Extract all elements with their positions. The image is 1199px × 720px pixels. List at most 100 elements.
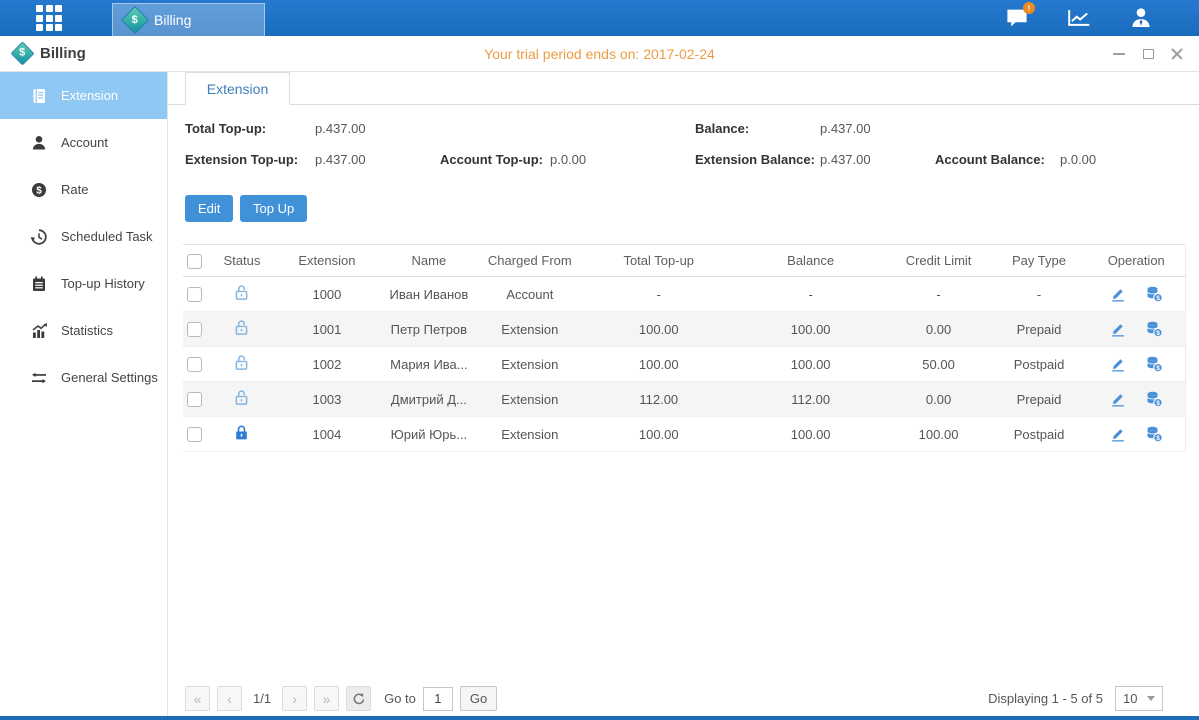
sidebar-item-label: Top-up History bbox=[61, 276, 145, 291]
user-account-button[interactable] bbox=[1129, 7, 1153, 29]
sidebar-item-label: General Settings bbox=[61, 370, 158, 385]
sidebar-item-scheduled-task[interactable]: Scheduled Task bbox=[0, 213, 167, 260]
sidebar-item-account[interactable]: Account bbox=[0, 119, 167, 166]
resource-monitor-button[interactable] bbox=[1067, 7, 1091, 29]
window-titlebar: $ Billing Your trial period ends on: 201… bbox=[0, 36, 1199, 72]
unlocked-icon bbox=[233, 284, 250, 301]
displaying-text: Displaying 1 - 5 of 5 bbox=[988, 691, 1103, 706]
top-up-icon[interactable]: $ bbox=[1145, 425, 1163, 443]
top-up-button[interactable]: Top Up bbox=[240, 195, 307, 222]
cell-extension: 1003 bbox=[273, 382, 381, 417]
col-header-credit-limit: Credit Limit bbox=[887, 245, 991, 277]
pagination-summary: Displaying 1 - 5 of 5 10 bbox=[988, 686, 1163, 711]
taskbar-tab-label: Billing bbox=[154, 12, 191, 28]
window-title: Billing bbox=[40, 45, 86, 62]
taskbar-tab-billing[interactable]: $ Billing bbox=[112, 3, 265, 36]
general-settings-icon bbox=[30, 369, 48, 387]
col-header-pay-type: Pay Type bbox=[991, 245, 1088, 277]
close-button[interactable] bbox=[1169, 46, 1185, 62]
select-all-checkbox[interactable] bbox=[187, 254, 202, 269]
account-topup-label: Account Top-up: bbox=[440, 152, 543, 167]
row-checkbox[interactable] bbox=[187, 357, 202, 372]
prev-page-button[interactable]: ‹ bbox=[217, 686, 242, 711]
sidebar-item-topup-history[interactable]: Top-up History bbox=[0, 260, 167, 307]
cell-charged-from: Extension bbox=[477, 312, 583, 347]
billing-app-window: $ Billing ! $ bbox=[0, 0, 1199, 720]
scheduled-task-icon bbox=[30, 228, 48, 246]
page-size-select[interactable]: 10 bbox=[1115, 686, 1163, 711]
col-header-name: Name bbox=[381, 245, 477, 277]
cell-balance: 100.00 bbox=[735, 312, 887, 347]
refresh-button[interactable] bbox=[346, 686, 371, 711]
cell-total-topup: 100.00 bbox=[583, 347, 735, 382]
extensions-table: Status Extension Name Charged From Total… bbox=[183, 244, 1186, 452]
table-row[interactable]: 1001 Петр Петров Extension 100.00 100.00… bbox=[183, 312, 1186, 347]
sidebar: Extension Account $ Rate bbox=[0, 72, 168, 720]
refresh-icon bbox=[352, 692, 366, 706]
svg-text:$: $ bbox=[1156, 400, 1160, 407]
cell-balance: - bbox=[735, 277, 887, 312]
extension-topup-value: p.437.00 bbox=[315, 152, 366, 167]
sidebar-item-general-settings[interactable]: General Settings bbox=[0, 354, 167, 401]
cell-charged-from: Extension bbox=[477, 347, 583, 382]
page-indicator: 1/1 bbox=[249, 691, 275, 706]
lock-status-icon bbox=[233, 319, 250, 336]
cell-name: Дмитрий Д... bbox=[381, 382, 477, 417]
next-page-button[interactable]: › bbox=[282, 686, 307, 711]
cell-pay-type: Postpaid bbox=[991, 347, 1088, 382]
sidebar-item-rate[interactable]: $ Rate bbox=[0, 166, 167, 213]
app-launcher-icon[interactable] bbox=[36, 5, 62, 31]
row-checkbox[interactable] bbox=[187, 287, 202, 302]
unlocked-icon bbox=[233, 389, 250, 406]
edit-icon[interactable] bbox=[1109, 390, 1127, 408]
chevron-down-icon bbox=[1147, 696, 1155, 701]
sidebar-item-statistics[interactable]: Statistics bbox=[0, 307, 167, 354]
window-controls bbox=[1111, 36, 1185, 71]
unlocked-icon bbox=[233, 319, 250, 336]
sidebar-item-label: Account bbox=[61, 135, 108, 150]
topup-history-icon bbox=[30, 275, 48, 293]
edit-icon[interactable] bbox=[1109, 355, 1127, 373]
edit-icon[interactable] bbox=[1109, 425, 1127, 443]
first-page-button[interactable]: « bbox=[185, 686, 210, 711]
top-up-icon[interactable]: $ bbox=[1145, 355, 1163, 373]
last-page-button[interactable]: » bbox=[314, 686, 339, 711]
cell-total-topup: 100.00 bbox=[583, 417, 735, 452]
lock-status-icon bbox=[233, 354, 250, 371]
table-row[interactable]: 1000 Иван Иванов Account - - - - $ bbox=[183, 277, 1186, 312]
top-up-icon[interactable]: $ bbox=[1145, 390, 1163, 408]
minimize-button[interactable] bbox=[1111, 46, 1127, 62]
sidebar-item-extension[interactable]: Extension bbox=[0, 72, 167, 119]
top-up-icon[interactable]: $ bbox=[1145, 320, 1163, 338]
account-balance-value: p.0.00 bbox=[1060, 152, 1096, 167]
edit-icon[interactable] bbox=[1109, 285, 1127, 303]
col-header-operation: Operation bbox=[1087, 245, 1185, 277]
rate-icon: $ bbox=[30, 181, 48, 199]
maximize-button[interactable] bbox=[1140, 46, 1156, 62]
col-header-extension: Extension bbox=[273, 245, 381, 277]
tab-bar: Extension bbox=[168, 72, 1199, 105]
go-button[interactable]: Go bbox=[460, 686, 497, 711]
notifications-button[interactable]: ! bbox=[1005, 7, 1029, 29]
sidebar-item-label: Extension bbox=[61, 88, 118, 103]
row-checkbox[interactable] bbox=[187, 427, 202, 442]
svg-text:$: $ bbox=[36, 185, 42, 196]
col-header-status: Status bbox=[211, 245, 273, 277]
edit-button[interactable]: Edit bbox=[185, 195, 233, 222]
cell-pay-type: Prepaid bbox=[991, 312, 1088, 347]
cell-balance: 100.00 bbox=[735, 347, 887, 382]
cell-credit-limit: 50.00 bbox=[887, 347, 991, 382]
svg-text:$: $ bbox=[1156, 295, 1160, 302]
row-checkbox[interactable] bbox=[187, 322, 202, 337]
table-row[interactable]: 1003 Дмитрий Д... Extension 112.00 112.0… bbox=[183, 382, 1186, 417]
edit-icon[interactable] bbox=[1109, 320, 1127, 338]
goto-page-input[interactable] bbox=[423, 687, 453, 711]
statistics-icon bbox=[30, 322, 48, 340]
cell-name: Петр Петров bbox=[381, 312, 477, 347]
row-checkbox[interactable] bbox=[187, 392, 202, 407]
billing-window-icon: $ bbox=[10, 41, 34, 65]
table-row[interactable]: 1004 Юрий Юрь... Extension 100.00 100.00… bbox=[183, 417, 1186, 452]
tab-extension[interactable]: Extension bbox=[185, 72, 290, 105]
table-row[interactable]: 1002 Мария Ива... Extension 100.00 100.0… bbox=[183, 347, 1186, 382]
top-up-icon[interactable]: $ bbox=[1145, 285, 1163, 303]
